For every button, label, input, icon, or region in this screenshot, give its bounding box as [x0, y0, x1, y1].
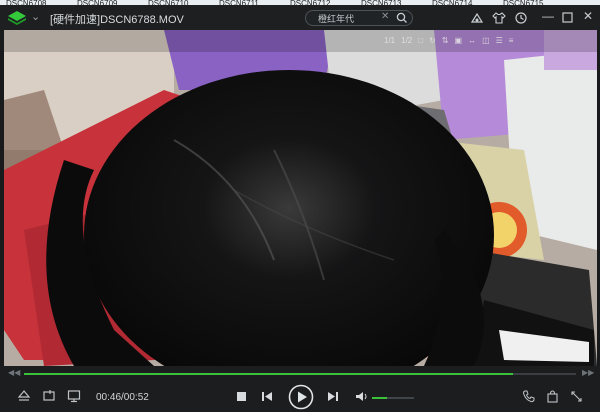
- flip-icon[interactable]: ⇅: [442, 36, 449, 45]
- volume-fill: [372, 397, 387, 399]
- shirt-icon[interactable]: [492, 11, 506, 25]
- bag-icon[interactable]: [546, 390, 559, 403]
- volume-icon[interactable]: [355, 391, 368, 402]
- rotate-icon[interactable]: ↻: [429, 36, 436, 45]
- next-icon[interactable]: [327, 391, 339, 402]
- eject-icon[interactable]: [17, 389, 31, 403]
- progress-fill: [24, 373, 513, 375]
- seek-back-icon[interactable]: ◀◀: [8, 368, 20, 377]
- screenshot-icon[interactable]: [42, 389, 56, 403]
- maximize-icon[interactable]: [562, 12, 573, 23]
- title-bar: ⌄ [硬件加速]DSCN6788.MOV 橙红年代 ✕ — ✕: [0, 5, 600, 30]
- progress-bar[interactable]: [24, 373, 576, 375]
- mirror-icon[interactable]: ↔: [468, 36, 476, 45]
- list-icon[interactable]: ☰: [496, 36, 503, 45]
- ratio-1-2-button[interactable]: 1/2: [401, 36, 412, 45]
- search-box[interactable]: 橙红年代 ✕: [305, 10, 413, 26]
- minimize-icon[interactable]: —: [542, 9, 554, 23]
- control-bar: ◀◀ ▶▶ 00:46/00:52: [0, 366, 600, 412]
- time-display: 00:46/00:52: [96, 392, 149, 403]
- clock-icon[interactable]: [514, 11, 528, 25]
- settings-icon[interactable]: ≡: [509, 36, 514, 45]
- monitor-icon[interactable]: [67, 389, 81, 403]
- player-logo-icon[interactable]: [8, 11, 26, 25]
- seek-forward-icon[interactable]: ▶▶: [582, 368, 594, 377]
- video-content-image: [4, 30, 597, 366]
- search-input[interactable]: 橙红年代: [318, 12, 354, 25]
- previous-icon[interactable]: [261, 391, 273, 402]
- stop-icon[interactable]: [236, 391, 247, 402]
- search-icon[interactable]: [394, 11, 410, 25]
- split-icon[interactable]: ◫: [482, 36, 490, 45]
- play-icon[interactable]: [288, 384, 314, 410]
- skin-icon[interactable]: [470, 11, 484, 25]
- media-player-window: ⌄ [硬件加速]DSCN6788.MOV 橙红年代 ✕ — ✕ 1/1 1/2 …: [0, 5, 600, 412]
- crop-icon[interactable]: □: [418, 36, 423, 45]
- capture-icon[interactable]: ▣: [455, 36, 463, 45]
- window-title: [硬件加速]DSCN6788.MOV: [50, 14, 184, 26]
- close-icon[interactable]: ✕: [583, 9, 593, 23]
- volume-slider[interactable]: [372, 397, 414, 399]
- menu-chevron-icon[interactable]: ⌄: [31, 10, 40, 23]
- ratio-1-1-button[interactable]: 1/1: [384, 36, 395, 45]
- video-frame[interactable]: 1/1 1/2 □ ↻ ⇅ ▣ ↔ ◫ ☰ ≡: [4, 30, 597, 366]
- resize-icon[interactable]: [570, 390, 583, 403]
- clear-search-icon[interactable]: ✕: [381, 11, 389, 22]
- video-toolbar: 1/1 1/2 □ ↻ ⇅ ▣ ↔ ◫ ☰ ≡: [384, 33, 513, 47]
- phone-icon[interactable]: [522, 390, 535, 403]
